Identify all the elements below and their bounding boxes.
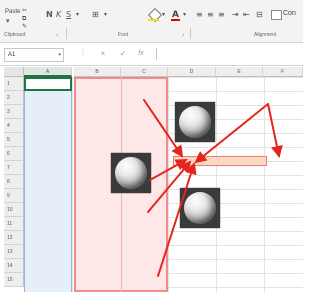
underline-dropdown-icon[interactable]: ▾ <box>76 10 79 19</box>
row-header-7[interactable]: 7 <box>4 161 24 175</box>
column-header-f[interactable]: F <box>263 67 303 77</box>
wrap-text-label[interactable]: Con <box>283 10 296 18</box>
row-header-8[interactable]: 8 <box>4 175 24 189</box>
ribbon: Paste ▾ ✂ ⧉ ✎ N K S ▾ ⊞ ▾ ▾ A ▾ ≡ ≡ ≡ ⇥ … <box>0 0 303 43</box>
formula-bar: A1 ▾ ⋮ × ✓ fx <box>0 43 303 66</box>
clipboard-launcher-icon[interactable]: ⌟ <box>56 30 58 39</box>
fill-color-swatch <box>148 19 159 21</box>
paste-button[interactable]: Paste <box>5 8 20 16</box>
select-all-corner[interactable] <box>4 67 24 77</box>
font-color-swatch <box>171 19 180 21</box>
indent-icon[interactable]: ⇥ <box>232 10 239 19</box>
highlighted-cell-range <box>173 156 267 166</box>
merge-icon[interactable]: ⊟ <box>256 10 263 19</box>
align-right-icon[interactable]: ≡ <box>218 10 225 19</box>
active-cell[interactable] <box>24 77 72 91</box>
row-header-2[interactable]: 2 <box>4 91 24 105</box>
column-header-c[interactable]: C <box>121 67 168 77</box>
column-header-d[interactable]: D <box>168 67 216 77</box>
fill-color-dropdown-icon[interactable]: ▾ <box>162 10 165 19</box>
row-header-10[interactable]: 10 <box>4 203 24 217</box>
row-header-3[interactable]: 3 <box>4 105 24 119</box>
ribbon-separator <box>66 28 67 39</box>
selected-column-a[interactable] <box>24 77 72 292</box>
format-painter-icon[interactable]: ✎ <box>22 23 27 31</box>
underline-icon[interactable]: S <box>66 10 71 19</box>
row-header-15[interactable]: 15 <box>4 273 24 287</box>
spreadsheet-window: Paste ▾ ✂ ⧉ ✎ N K S ▾ ⊞ ▾ ▾ A ▾ ≡ ≡ ≡ ⇥ … <box>0 0 303 292</box>
row-header-9[interactable]: 9 <box>4 189 24 203</box>
column-header-a[interactable]: A <box>24 67 72 77</box>
clipboard-group-label: Clipboard <box>4 32 26 38</box>
alignment-group-label: Alignment <box>254 32 277 38</box>
wrap-text-icon[interactable] <box>271 10 282 20</box>
row-header-1[interactable]: 1 <box>4 77 24 91</box>
row-header-12[interactable]: 12 <box>4 231 24 245</box>
column-header-e[interactable]: E <box>216 67 263 77</box>
knob-rim <box>184 192 216 224</box>
borders-icon[interactable]: ⊞ <box>92 10 99 19</box>
rotary-knob-icon[interactable] <box>175 102 215 142</box>
row-header-13[interactable]: 13 <box>4 245 24 259</box>
cut-icon[interactable]: ✂ <box>22 7 27 15</box>
row-header-11[interactable]: 11 <box>4 217 24 231</box>
enter-icon[interactable]: ✓ <box>118 47 128 60</box>
font-launcher-icon[interactable]: ⌟ <box>182 30 184 39</box>
knob-rim <box>179 106 211 138</box>
insert-function-icon[interactable]: fx <box>136 47 146 60</box>
paste-dropdown-icon[interactable]: ▾ <box>6 17 10 26</box>
row-header-6[interactable]: 6 <box>4 147 24 161</box>
borders-dropdown-icon[interactable]: ▾ <box>104 10 107 19</box>
formula-bar-handle-icon: ⋮ <box>80 50 86 56</box>
name-box-dropdown-icon[interactable]: ▾ <box>55 49 61 61</box>
outdent-icon[interactable]: ⇤ <box>243 10 250 19</box>
font-color-dropdown-icon[interactable]: ▾ <box>183 10 186 19</box>
row-header-4[interactable]: 4 <box>4 119 24 133</box>
align-left-icon[interactable]: ≡ <box>196 10 203 19</box>
ribbon-separator <box>190 28 191 39</box>
knob-rim <box>115 157 147 189</box>
rotary-knob-icon[interactable] <box>111 153 151 193</box>
formula-input[interactable] <box>156 48 303 60</box>
font-group-label: Font <box>118 32 129 38</box>
italic-icon[interactable]: K <box>56 10 61 19</box>
column-header-b[interactable]: B <box>74 67 121 77</box>
rotary-knob-icon[interactable] <box>180 188 220 228</box>
align-center-icon[interactable]: ≡ <box>207 10 214 19</box>
name-box[interactable]: A1 ▾ <box>4 48 64 62</box>
row-header-5[interactable]: 5 <box>4 133 24 147</box>
name-box-value: A1 <box>8 52 16 58</box>
bold-icon[interactable]: N <box>46 10 53 19</box>
cancel-icon[interactable]: × <box>98 47 108 60</box>
row-header-14[interactable]: 14 <box>4 259 24 273</box>
copy-icon[interactable]: ⧉ <box>22 15 26 23</box>
